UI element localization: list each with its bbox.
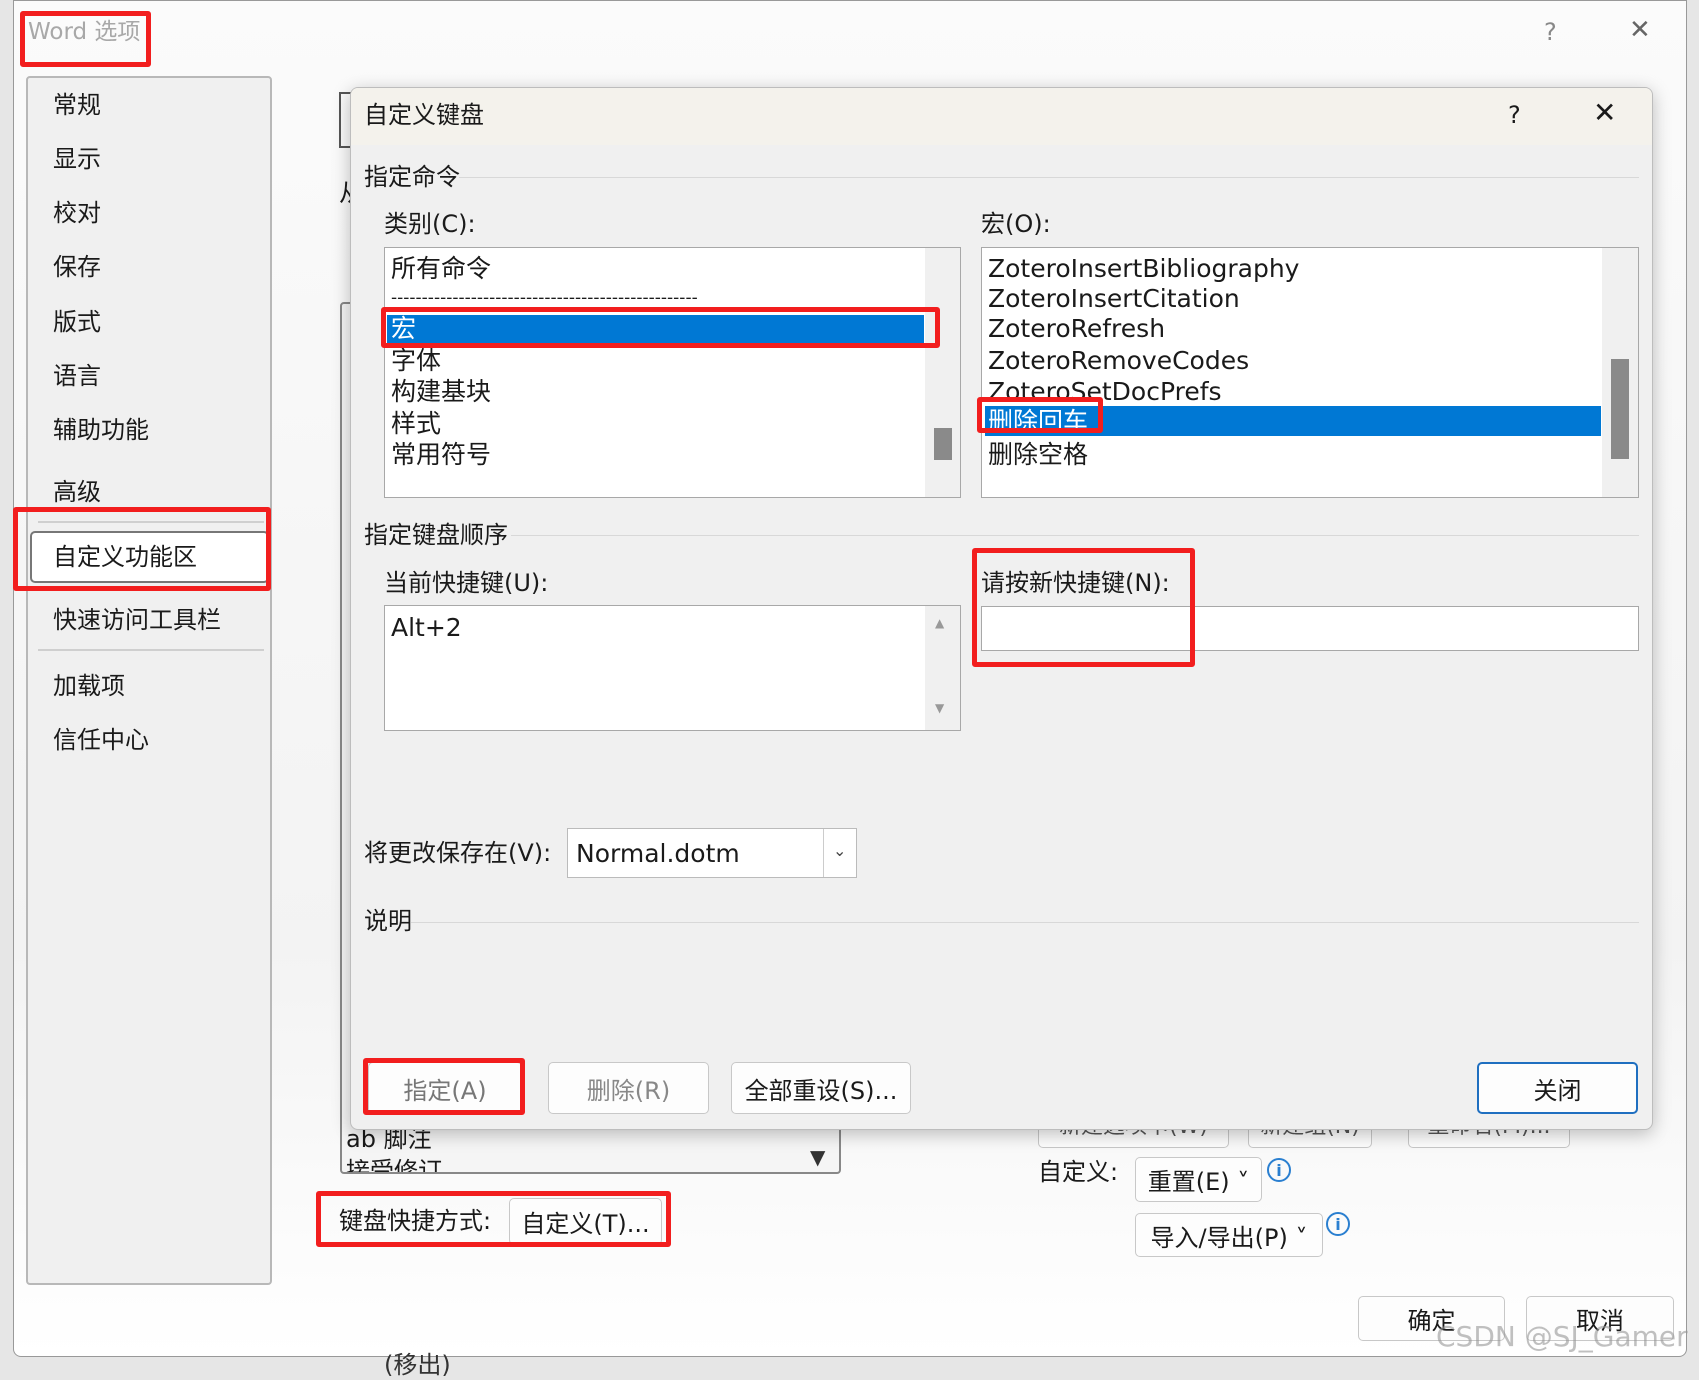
nav-item-layout[interactable]: 版式 (53, 307, 101, 337)
customize-keyboard-button[interactable]: 自定义(T)... (509, 1198, 662, 1245)
list-item[interactable]: 构建基块 (391, 376, 491, 407)
scrollbar[interactable]: ▲ ▼ (925, 606, 960, 730)
watermark: CSDN @SJ_Gamer (1436, 1320, 1688, 1353)
category-label: 类别(C): (384, 210, 476, 238)
scrollbar[interactable] (925, 248, 960, 497)
list-item[interactable]: 所有命令 (391, 253, 491, 284)
section-assign-command: 指定命令 (364, 163, 460, 191)
help-button[interactable]: ? (1544, 17, 1557, 47)
macro-label: 宏(O): (981, 210, 1051, 238)
dialog-help-button[interactable]: ? (1508, 100, 1521, 130)
list-item-selected[interactable]: 宏 (391, 313, 416, 344)
dialog-title: 自定义键盘 (364, 101, 484, 129)
assign-button[interactable]: 指定(A) (368, 1062, 522, 1114)
list-item[interactable]: 常用符号 (391, 439, 491, 470)
customize-label: 自定义: (1038, 1158, 1119, 1186)
nav-item-general[interactable]: 常规 (53, 90, 101, 120)
category-list[interactable]: 所有命令 -----------------------------------… (384, 247, 961, 498)
new-key-label: 请按新快捷键(N): (981, 569, 1170, 597)
info-icon: i (1326, 1212, 1350, 1236)
section-keyboard-sequence: 指定键盘顺序 (364, 521, 508, 549)
list-item[interactable]: ZoteroSetDocPrefs (988, 376, 1222, 407)
customize-keyboard-dialog: 自定义键盘 ? ✕ 指定命令 类别(C): 所有命令 -------------… (350, 87, 1653, 1130)
nav-item-language[interactable]: 语言 (53, 361, 101, 391)
reset-all-button[interactable]: 全部重设(S)... (731, 1062, 911, 1114)
nav-item-accessibility[interactable]: 辅助功能 (53, 415, 149, 445)
nav-item-proofing[interactable]: 校对 (53, 198, 101, 228)
nav-item-display[interactable]: 显示 (53, 144, 101, 174)
scroll-down-arrow-icon[interactable]: ▼ (810, 1142, 825, 1172)
dialog-close-icon[interactable]: ✕ (1593, 98, 1616, 128)
list-separator: ----------------------------------------… (391, 288, 698, 308)
list-item[interactable]: 删除空格 (988, 439, 1088, 470)
nav-item-quick-access[interactable]: 快速访问工具栏 (53, 605, 221, 635)
selected-row[interactable] (387, 315, 924, 344)
nav-item-save[interactable]: 保存 (53, 252, 101, 282)
list-item[interactable]: 字体 (391, 345, 441, 376)
list-item[interactable]: ZoteroInsertCitation (988, 283, 1240, 314)
close-button[interactable]: 关闭 (1477, 1062, 1638, 1114)
new-key-input[interactable] (981, 606, 1639, 651)
description-label: 说明 (364, 907, 412, 935)
scroll-up-arrow-icon[interactable]: ▲ (935, 616, 944, 630)
list-item-selected[interactable]: 删除回车 (988, 406, 1088, 437)
divider (38, 649, 264, 651)
nav-item-advanced[interactable]: 高级 (53, 477, 101, 507)
remove-button[interactable]: 删除(R) (548, 1062, 709, 1114)
background-partial-text: (移出) (384, 1351, 451, 1379)
chevron-down-icon[interactable]: ⌄ (833, 841, 846, 860)
window-title: Word 选项 (28, 19, 141, 45)
list-item[interactable]: 样式 (391, 408, 441, 439)
save-in-select[interactable]: Normal.dotm ⌄ (567, 828, 857, 878)
divider (38, 521, 264, 523)
nav-item-customize-ribbon[interactable]: 自定义功能区 (30, 531, 269, 583)
current-keys-list[interactable]: Alt+2 ▲ ▼ (384, 605, 961, 731)
info-icon: i (1267, 1158, 1291, 1182)
list-item[interactable]: ZoteroRefresh (988, 313, 1165, 344)
macro-list[interactable]: ZoteroInsertBibliography ZoteroInsertCit… (981, 247, 1639, 498)
list-item: 接受修订 (346, 1157, 442, 1174)
list-item[interactable]: ZoteroRemoveCodes (988, 345, 1249, 376)
scrollbar-thumb[interactable] (1611, 359, 1629, 459)
options-nav: 常规 显示 校对 保存 版式 语言 辅助功能 高级 自定义功能区 快速访问工具栏… (26, 76, 272, 1285)
nav-item-label: 自定义功能区 (53, 543, 197, 571)
import-export-button[interactable]: 导入/导出(P) ˅ (1135, 1213, 1323, 1257)
reset-button[interactable]: 重置(E) ˅ (1135, 1157, 1262, 1202)
dialog-title-bar: 自定义键盘 ? ✕ (351, 88, 1652, 145)
close-window-button[interactable]: ✕ (1629, 15, 1651, 45)
current-keys-label: 当前快捷键(U): (384, 569, 549, 597)
scrollbar-thumb[interactable] (934, 428, 952, 460)
save-in-value: Normal.dotm (576, 839, 740, 868)
keyboard-shortcuts-label: 键盘快捷方式: (339, 1207, 492, 1235)
list-item[interactable]: ZoteroInsertBibliography (988, 253, 1299, 284)
scrollbar[interactable] (1602, 248, 1638, 497)
nav-item-addins[interactable]: 加载项 (53, 671, 125, 701)
save-in-label: 将更改保存在(V): (364, 839, 552, 867)
scroll-down-arrow-icon[interactable]: ▼ (935, 701, 944, 715)
list-item[interactable]: Alt+2 (391, 612, 462, 643)
nav-item-trust-center[interactable]: 信任中心 (53, 725, 149, 755)
